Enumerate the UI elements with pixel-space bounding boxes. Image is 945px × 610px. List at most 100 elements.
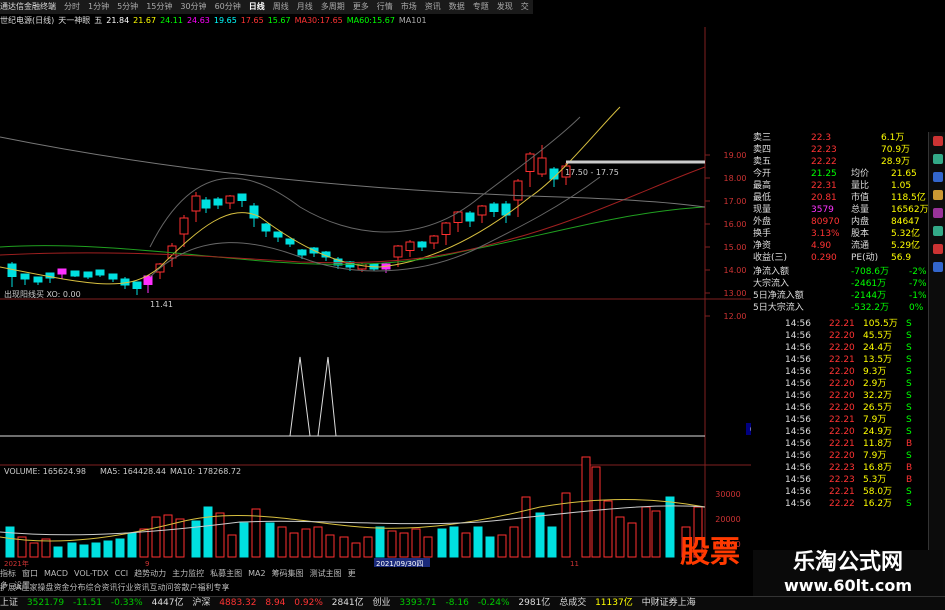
tick-direction: S	[906, 499, 912, 509]
volume-bar	[5, 526, 15, 558]
quote-value2: 1.05	[891, 181, 912, 191]
quote-row: 最高 22.31 量比 1.05	[751, 180, 926, 192]
extension-tab[interactable]: 资金分布	[53, 583, 85, 592]
candle-body	[285, 238, 295, 245]
candle-body	[83, 271, 93, 278]
status-bar: 上证 3521.79 -11.51 -0.33% 4447亿 沪深 4883.3…	[0, 596, 945, 610]
indicator-tab[interactable]: 测试主图	[310, 569, 342, 578]
extension-tab[interactable]: 互动问答	[149, 583, 181, 592]
indicator-tab[interactable]: 主力监控	[172, 569, 204, 578]
volume-bar	[473, 526, 483, 558]
period-tab[interactable]: 日线	[249, 2, 265, 11]
extension-tab[interactable]: 扩展A	[0, 583, 21, 592]
indicator-tab[interactable]: 私募主图	[210, 569, 242, 578]
extension-tab[interactable]: 行业资讯	[117, 583, 149, 592]
tick-time: 14:56	[785, 331, 811, 341]
tool-icon[interactable]	[932, 244, 943, 254]
volume-bar	[485, 536, 495, 558]
menu-item[interactable]: 行情	[377, 2, 393, 11]
menu-item[interactable]: 数据	[449, 2, 465, 11]
volume-bar	[351, 542, 361, 558]
tick-row: 14:56 22.21 105.5万 S	[751, 318, 926, 330]
indicator-tab[interactable]: CCI	[115, 569, 129, 578]
tool-icon[interactable]	[932, 190, 943, 200]
indicator-name: 天一神眼	[58, 16, 91, 25]
date-label: 11	[570, 560, 579, 567]
period-tab[interactable]: 多周期	[321, 2, 345, 11]
menu-item[interactable]: 市场	[401, 2, 417, 11]
candle-body	[108, 273, 118, 280]
volume-ma5: MA5: 164428.44	[100, 467, 166, 476]
extension-tab[interactable]: 散户福利专享	[181, 583, 229, 592]
quote-label: 收益(三)	[753, 253, 788, 263]
flow-label: 5日大宗流入	[753, 303, 804, 313]
sz-label[interactable]: 沪深	[192, 598, 210, 608]
extension-tab[interactable]: 综合资讯	[85, 583, 117, 592]
volume-bar	[449, 526, 459, 558]
tool-icon[interactable]	[932, 172, 943, 182]
sh-label[interactable]: 上证	[0, 598, 18, 608]
volume-bar	[375, 526, 385, 558]
period-tab[interactable]: 60分钟	[215, 2, 241, 11]
menu-item[interactable]: 资讯	[425, 2, 441, 11]
indicator-tab[interactable]: MACD	[44, 569, 68, 578]
volume-bar	[339, 536, 349, 558]
tick-time: 14:56	[785, 355, 811, 365]
date-cursor: 2021/09/30四	[376, 560, 423, 567]
cy-label[interactable]: 创业	[373, 598, 391, 608]
quote-volume: 70.9万	[881, 145, 911, 155]
volume-bar	[203, 506, 213, 558]
tick-volume: 16.2万	[863, 499, 893, 509]
tick-volume: 105.5万	[863, 319, 898, 329]
indicator-tab[interactable]: 趋势动力	[134, 569, 166, 578]
volume-bar	[521, 496, 531, 558]
tool-icon[interactable]	[932, 226, 943, 236]
period-tab[interactable]: 周线	[273, 2, 289, 11]
volume-bar	[461, 532, 471, 558]
right-tool-strip[interactable]	[928, 132, 945, 597]
period-tab[interactable]: 分时	[64, 2, 80, 11]
tool-icon[interactable]	[932, 154, 943, 164]
period-tab[interactable]: 30分钟	[180, 2, 206, 11]
indicator-tabs[interactable]: 指标 窗口 MACD VOL-TDX CCI 趋势动力 主力监控 私募主图 MA2 筹码集图 测试主…	[0, 568, 360, 590]
quote-price: 22.3	[811, 133, 832, 143]
indicator-value: 21.67	[133, 16, 157, 25]
volume-bar	[363, 536, 373, 558]
period-tab[interactable]: 月线	[297, 2, 313, 11]
period-tab[interactable]: 1分钟	[88, 2, 109, 11]
quote-price: 22.22	[811, 157, 837, 167]
candle-body	[201, 199, 211, 209]
total-amount: 11137亿	[595, 598, 633, 608]
tick-row: 14:56 22.20 7.9万 S	[751, 450, 926, 462]
period-tab[interactable]: 5分钟	[117, 2, 138, 11]
extension-tabs[interactable]: 扩展A庄家操盘资金分布综合资讯行业资讯互动问答散户福利专享	[0, 582, 360, 594]
volume-bar	[227, 534, 237, 558]
indicator-tab[interactable]: 筹码集图	[272, 569, 304, 578]
menu-item[interactable]: 发现	[497, 2, 513, 11]
extension-tab[interactable]: 庄家操盘	[21, 583, 53, 592]
indicator-value: 24.11	[160, 16, 183, 25]
tick-price: 22.20	[829, 391, 855, 401]
menu-item[interactable]: 专题	[473, 2, 489, 11]
tool-icon[interactable]	[932, 136, 943, 146]
tick-row: 14:56 22.21 58.0万 S	[751, 486, 926, 498]
quote-value2: 21.65	[891, 169, 917, 179]
period-tab[interactable]: 15分钟	[146, 2, 172, 11]
tick-direction: S	[906, 319, 912, 329]
indicator-tab[interactable]: MA2	[248, 569, 265, 578]
low-annotation: 11.41	[150, 300, 173, 309]
kline-chart[interactable]: 19.00 18.00 17.00 16.00 15.00 14.00 13.00 12.00…	[0, 27, 751, 567]
tool-icon[interactable]	[932, 262, 943, 272]
indicator-tab[interactable]: 窗口	[22, 569, 38, 578]
indicator-tab[interactable]: VOL-TDX	[74, 569, 109, 578]
tool-icon[interactable]	[932, 208, 943, 218]
candle-body	[179, 217, 189, 235]
indicator-tab[interactable]: 指标	[0, 569, 16, 578]
volume-bar	[139, 528, 149, 558]
tick-volume: 2.9万	[863, 379, 887, 389]
period-tab[interactable]: 更多	[353, 2, 369, 11]
candle-body	[513, 180, 523, 201]
tick-time: 14:56	[785, 439, 811, 449]
quote-value2: 5.29亿	[891, 241, 921, 251]
candle-body	[405, 241, 415, 251]
